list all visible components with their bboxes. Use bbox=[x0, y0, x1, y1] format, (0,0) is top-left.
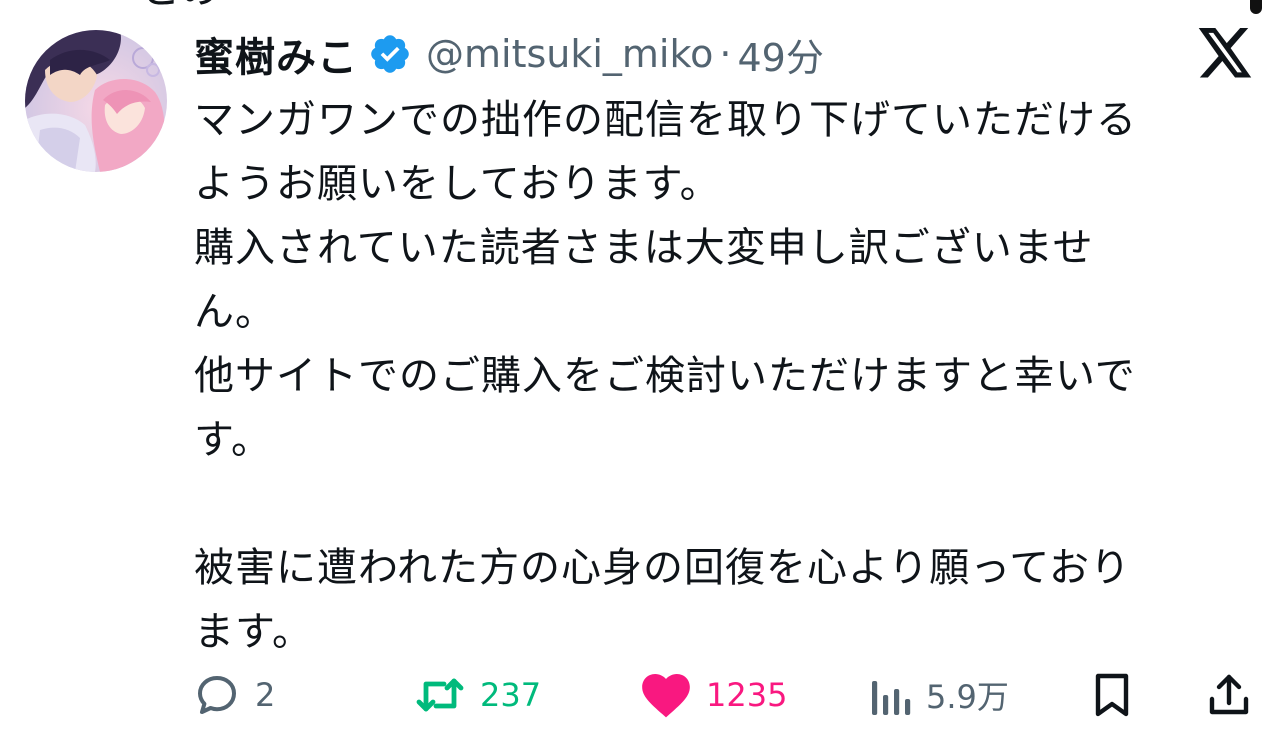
post-header: 蜜樹みこ @mitsuki_miko · 49分 bbox=[194, 24, 824, 84]
bookmark-button[interactable] bbox=[1090, 660, 1134, 730]
post-text-line: ようお願いをしております。 bbox=[194, 161, 721, 207]
reply-count: 2 bbox=[255, 676, 276, 714]
post-text-line bbox=[194, 472, 1234, 536]
post-timestamp[interactable]: 49分 bbox=[738, 27, 824, 82]
views-button[interactable]: 5.9万 bbox=[868, 660, 1009, 730]
verified-badge-icon bbox=[371, 35, 409, 73]
retweet-count: 237 bbox=[480, 676, 542, 714]
like-count: 1235 bbox=[706, 676, 788, 714]
post-text-line: 被害に遭われた方の心身の回復を心より願っており bbox=[194, 545, 1131, 591]
post-text-line: す。 bbox=[194, 417, 272, 463]
avatar[interactable] bbox=[25, 30, 167, 172]
reply-button[interactable]: 2 bbox=[193, 660, 275, 730]
post-text-line: ます。 bbox=[194, 609, 313, 655]
x-logo-icon bbox=[1198, 28, 1252, 78]
previous-post-text: との bbox=[140, 0, 220, 10]
display-name[interactable]: 蜜樹みこ bbox=[194, 25, 358, 83]
post-body: マンガワンでの拙作の配信を取り下げていただける ようお願いをしております。 購入… bbox=[194, 88, 1234, 664]
view-count: 5.9万 bbox=[926, 678, 1009, 716]
post-text-line: ん。 bbox=[194, 289, 276, 335]
post-text-line: 他サイトでのご購入をご検討いただけますと幸いで bbox=[194, 353, 1136, 399]
separator-dot: · bbox=[719, 32, 732, 76]
heart-icon bbox=[642, 673, 690, 718]
post-text-line: マンガワンでの拙作の配信を取り下げていただける bbox=[194, 97, 1137, 143]
post-text-line: 購入されていた読者さまは大変申し訳ございませ bbox=[194, 225, 1094, 271]
views-icon bbox=[872, 681, 911, 715]
action-bar: 2 237 1235 5.9万 bbox=[0, 660, 1282, 730]
author-handle[interactable]: @mitsuki_miko bbox=[426, 32, 713, 76]
like-button[interactable]: 1235 bbox=[640, 660, 787, 730]
retweet-button[interactable]: 237 bbox=[414, 660, 541, 730]
retweet-icon bbox=[416, 678, 464, 712]
share-icon bbox=[1209, 674, 1249, 715]
share-button[interactable] bbox=[1205, 660, 1253, 730]
bookmark-icon bbox=[1095, 673, 1129, 717]
avatar-image bbox=[25, 30, 167, 172]
post-frame: との 蜜樹みこ bbox=[0, 0, 1282, 736]
scrollbar[interactable] bbox=[1250, 0, 1262, 14]
reply-icon bbox=[198, 676, 236, 714]
